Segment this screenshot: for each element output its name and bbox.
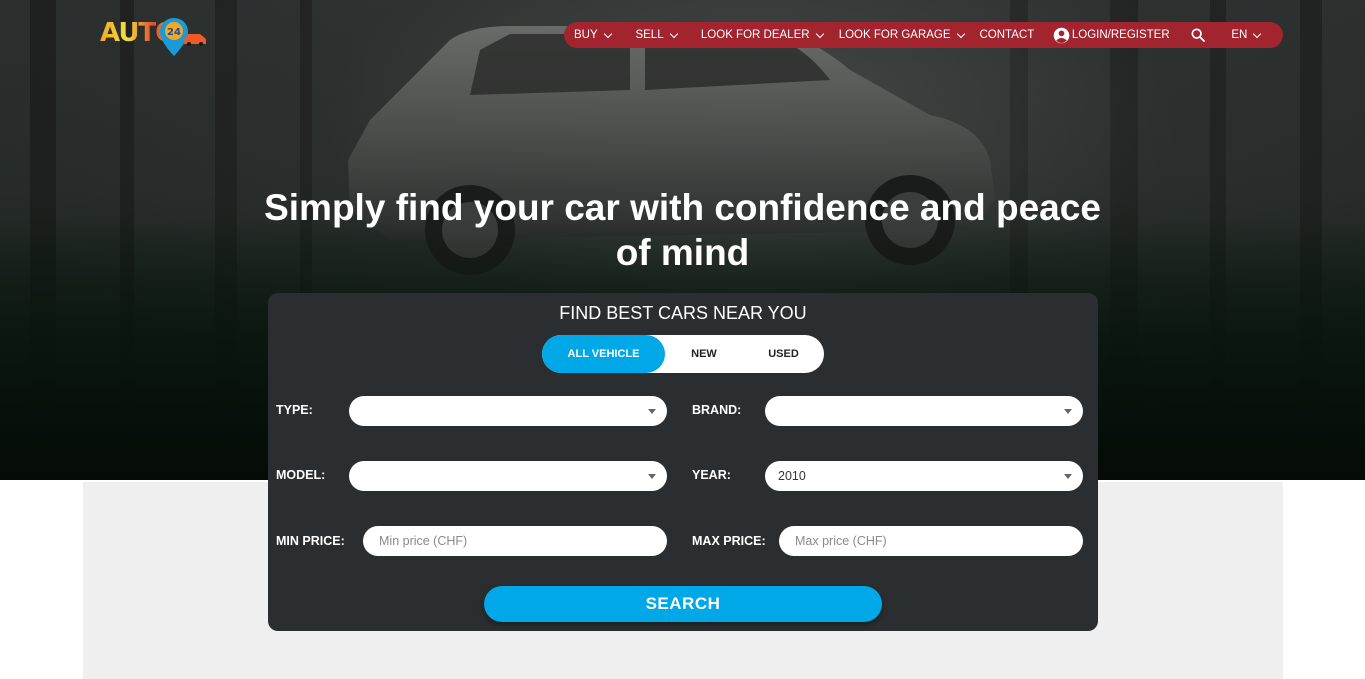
- year-label: YEAR:: [692, 468, 731, 482]
- chevron-down-icon: [956, 29, 965, 38]
- language-selector[interactable]: EN: [1231, 29, 1271, 41]
- hero-headline: Simply find your car with confidence and…: [264, 187, 1101, 273]
- min-price-input[interactable]: [363, 526, 667, 556]
- type-select[interactable]: [349, 396, 667, 426]
- search-icon: [1191, 28, 1205, 42]
- type-label: TYPE:: [276, 403, 313, 417]
- year-select[interactable]: 2010: [765, 461, 1083, 491]
- vehicle-condition-toggle: ALL VEHICLE NEW USED: [542, 335, 824, 373]
- page: AUTO 24 BUY SELL LOOK FOR DEALER LOOK FO…: [0, 0, 1365, 679]
- year-value: 2010: [778, 469, 806, 483]
- model-label: MODEL:: [276, 468, 326, 482]
- tab-new[interactable]: NEW: [665, 335, 743, 373]
- car-silhouette-icon: [184, 34, 206, 46]
- search-button[interactable]: [1190, 27, 1232, 43]
- site-logo[interactable]: AUTO 24: [100, 14, 210, 58]
- chevron-down-icon: [669, 29, 678, 38]
- caret-down-icon: [1064, 474, 1072, 479]
- search-form-title: FIND BEST CARS NEAR YOU: [559, 303, 807, 323]
- user-account-icon: [1053, 27, 1070, 43]
- caret-down-icon: [648, 409, 656, 414]
- caret-down-icon: [648, 474, 656, 479]
- max-price-input[interactable]: [779, 526, 1083, 556]
- brand-select[interactable]: [765, 396, 1083, 426]
- car-search-form: FIND BEST CARS NEAR YOU ALL VEHICLE NEW …: [268, 293, 1098, 631]
- model-select[interactable]: [349, 461, 667, 491]
- chevron-down-icon: [603, 29, 612, 38]
- brand-label: BRAND:: [692, 403, 742, 417]
- chevron-down-icon: [815, 29, 824, 38]
- caret-down-icon: [1064, 409, 1072, 414]
- tab-all-vehicle[interactable]: ALL VEHICLE: [542, 335, 665, 373]
- nav-item-buy[interactable]: BUY: [574, 29, 635, 41]
- logo-badge: 24: [167, 27, 181, 38]
- nav-item-sell[interactable]: SELL: [635, 29, 700, 41]
- nav-item-look-for-dealer[interactable]: LOOK FOR DEALER: [701, 29, 839, 41]
- login-register-link[interactable]: LOGIN/REGISTER: [1053, 27, 1190, 44]
- main-nav: BUY SELL LOOK FOR DEALER LOOK FOR GARAGE…: [564, 22, 1283, 48]
- tab-used[interactable]: USED: [743, 335, 824, 373]
- chevron-down-icon: [1253, 29, 1262, 38]
- nav-item-contact[interactable]: CONTACT: [980, 29, 1053, 41]
- search-submit-button[interactable]: SEARCH: [484, 586, 882, 622]
- nav-item-look-for-garage[interactable]: LOOK FOR GARAGE: [839, 29, 980, 41]
- max-price-label: MAX PRICE:: [692, 534, 766, 548]
- min-price-label: MIN PRICE:: [276, 534, 345, 548]
